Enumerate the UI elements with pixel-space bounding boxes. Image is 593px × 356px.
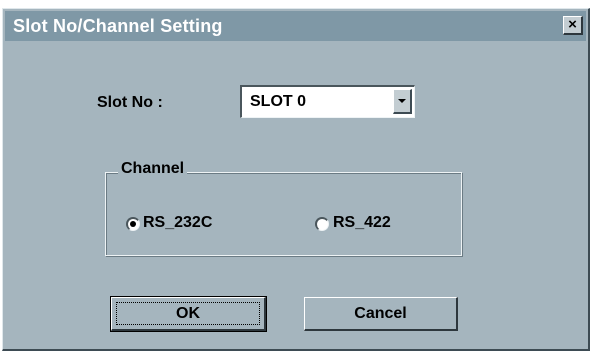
radio-rs232c-label[interactable]: RS_232C <box>143 214 212 232</box>
cancel-button[interactable]: Cancel <box>304 297 458 331</box>
chevron-down-icon <box>398 99 406 103</box>
ok-button[interactable]: OK <box>110 296 267 332</box>
radio-rs422-label[interactable]: RS_422 <box>333 214 391 232</box>
slot-no-label: Slot No : <box>97 94 163 111</box>
slot-no-select[interactable]: SLOT 0 <box>240 85 415 118</box>
slot-no-value: SLOT 0 <box>250 93 307 110</box>
channel-group-label: Channel <box>118 160 188 178</box>
radio-rs422[interactable] <box>315 217 329 231</box>
cancel-button-label: Cancel <box>354 305 407 322</box>
close-icon: × <box>568 16 577 33</box>
dialog-title: Slot No/Channel Setting <box>13 16 223 36</box>
close-button[interactable]: × <box>563 16 583 35</box>
title-bar[interactable]: Slot No/Channel Setting × <box>5 11 586 41</box>
dropdown-button[interactable] <box>393 89 412 114</box>
radio-rs232c[interactable] <box>126 217 140 231</box>
focus-ring <box>116 302 260 325</box>
radio-selected-dot <box>130 221 136 227</box>
